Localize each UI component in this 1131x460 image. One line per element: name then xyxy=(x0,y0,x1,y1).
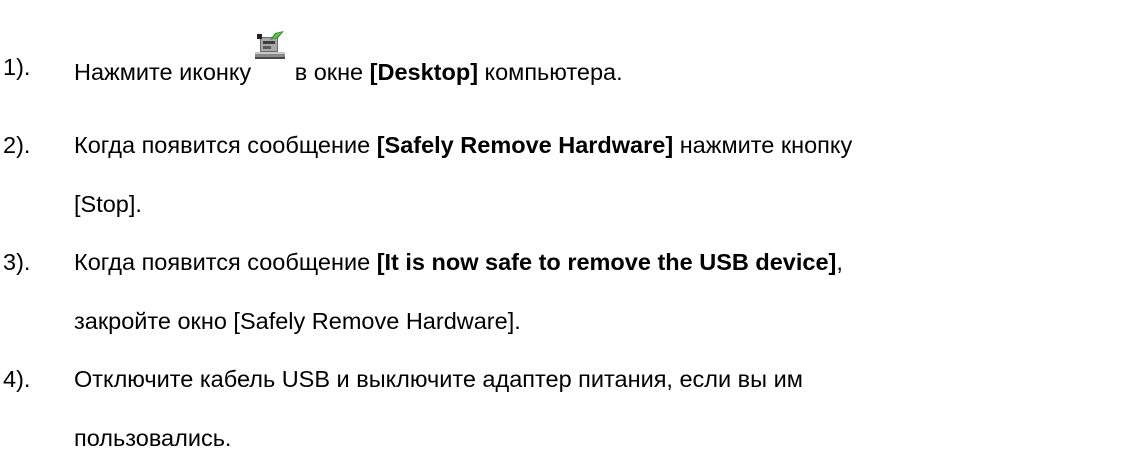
step-4-line-1: Отключите кабель USB и выключите адаптер… xyxy=(74,364,803,394)
step-text: компьютера. xyxy=(478,59,623,85)
step-text: [Stop]. xyxy=(74,191,142,217)
step-3-line-1: Когда появится сообщение [It is now safe… xyxy=(74,247,843,277)
step-number: 4). xyxy=(3,366,31,392)
step-text: в окне xyxy=(288,59,370,85)
step-text: нажмите кнопку xyxy=(673,132,853,158)
step-2-line-1: Когда появится сообщение [Safely Remove … xyxy=(74,130,852,160)
step-text: Когда появится сообщение xyxy=(74,132,377,158)
step-number: 1). xyxy=(3,54,31,80)
step-text: Отключите кабель USB и выключите адаптер… xyxy=(74,366,803,392)
step-text: закройте окно [Safely Remove Hardware]. xyxy=(74,308,521,334)
step-text-bold: [Desktop] xyxy=(369,59,479,85)
step-text-bold: [It is now safe to remove the USB device… xyxy=(376,249,837,275)
safely-remove-hardware-icon xyxy=(254,30,286,60)
step-number: 3). xyxy=(3,249,31,275)
instructions-document: 1). Нажмите иконку в окне [Desktop] комп… xyxy=(0,0,1131,460)
step-number: 2). xyxy=(3,132,31,158)
step-text: пользовались. xyxy=(74,425,232,451)
step-text: Нажмите иконку xyxy=(74,59,252,85)
step-text-bold: [Safely Remove Hardware] xyxy=(376,132,674,158)
step-3-line-2: закройте окно [Safely Remove Hardware]. xyxy=(74,306,521,336)
step-1-line-1: Нажмите иконку в окне [Desktop] компьюте… xyxy=(74,31,623,87)
step-text: , xyxy=(836,249,843,275)
step-text: Когда появится сообщение xyxy=(74,249,377,275)
step-2-line-2: [Stop]. xyxy=(74,189,142,219)
step-4-line-2: пользовались. xyxy=(74,423,231,453)
